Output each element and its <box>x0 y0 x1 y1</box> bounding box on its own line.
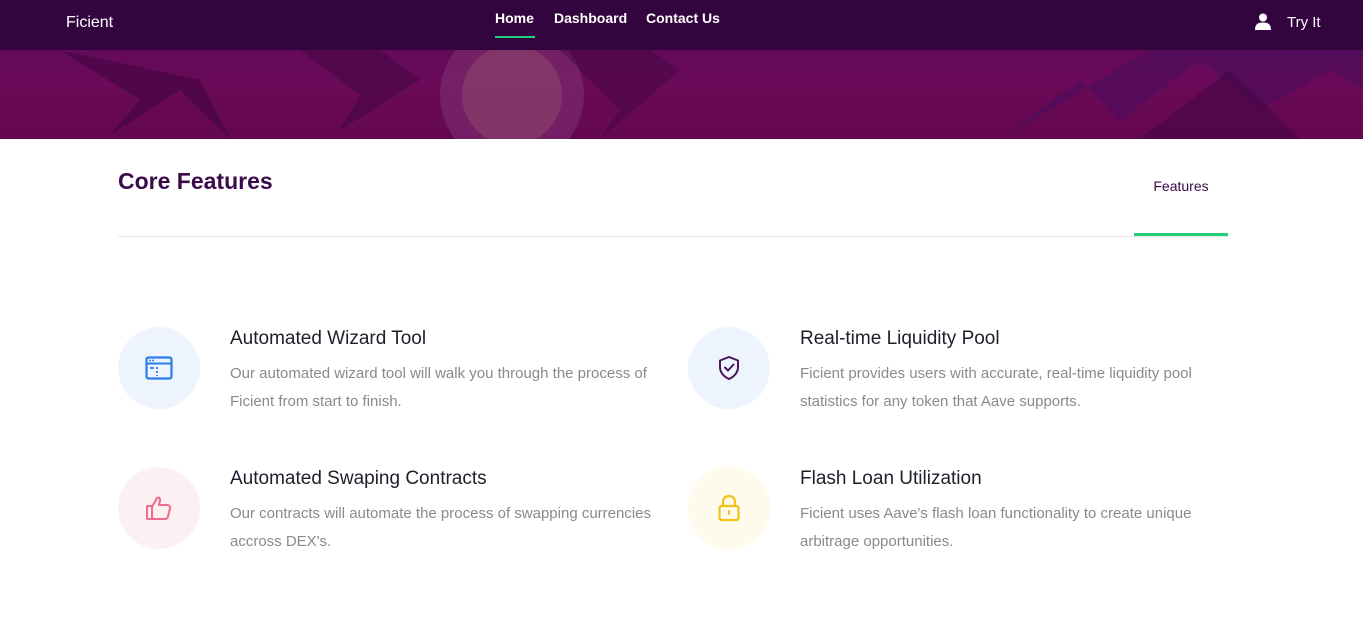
nav-link-contact-us[interactable]: Contact Us <box>646 10 720 26</box>
feature-icon-circle <box>688 467 770 549</box>
section-title: Core Features <box>118 168 273 194</box>
feature-description: Ficient provides users with accurate, re… <box>800 365 1192 410</box>
feature-title: Automated Wizard Tool <box>230 328 427 349</box>
brand-logo[interactable]: Ficient <box>66 14 113 32</box>
feature-title: Real-time Liquidity Pool <box>800 328 1000 349</box>
feature-icon-circle <box>688 327 770 409</box>
user-icon[interactable] <box>1255 13 1271 30</box>
browser-window-icon <box>145 356 173 380</box>
nav-link-dashboard[interactable]: Dashboard <box>554 10 627 26</box>
top-navbar: Ficient Home Dashboard Contact Us Try It <box>0 0 1363 50</box>
tab-active-underline <box>1134 233 1228 236</box>
feature-title: Flash Loan Utilization <box>800 468 982 489</box>
feature-description: Ficient uses Aave's flash loan functiona… <box>800 505 1192 550</box>
try-it-button[interactable]: Try It <box>1287 14 1321 31</box>
feature-icon-circle <box>118 467 200 549</box>
feature-title: Automated Swaping Contracts <box>230 468 487 489</box>
shield-check-icon <box>719 356 739 380</box>
nav-link-home[interactable]: Home <box>495 10 534 26</box>
lock-icon <box>718 494 740 522</box>
section-divider <box>118 236 1228 237</box>
nav-active-indicator <box>495 36 535 38</box>
feature-description: Our contracts will automate the process … <box>230 505 652 550</box>
tab-features[interactable]: Features <box>1134 178 1228 194</box>
thumbs-up-icon <box>146 496 172 520</box>
feature-icon-circle <box>118 327 200 409</box>
feature-description: Our automated wizard tool will walk you … <box>230 365 647 410</box>
